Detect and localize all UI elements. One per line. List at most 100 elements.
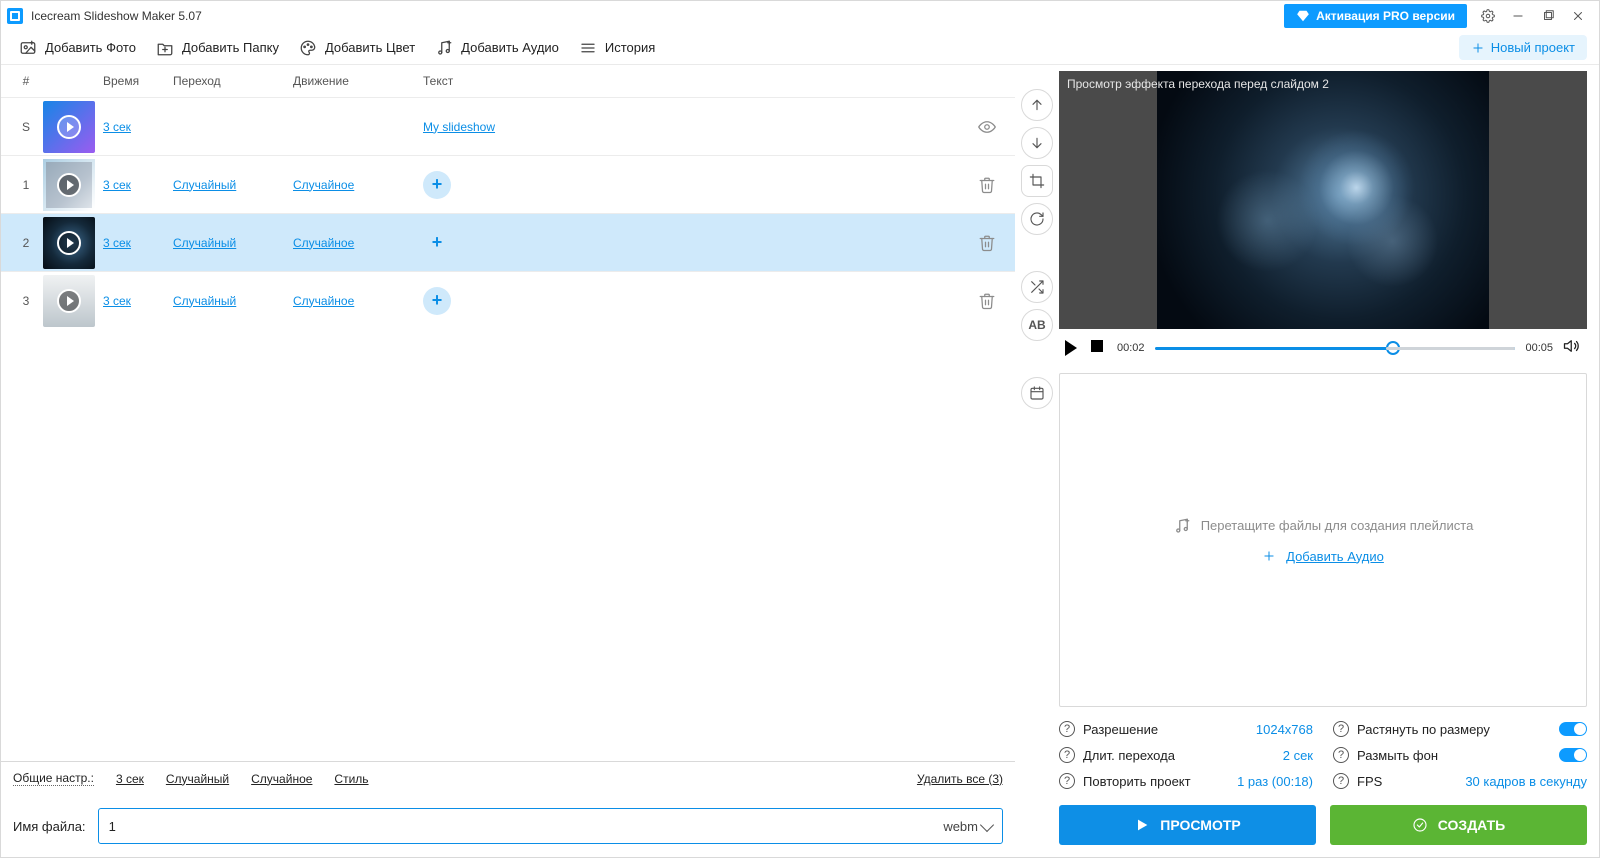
table-row[interactable]: S 3 сек My slideshow [1,97,1015,155]
table-row[interactable]: 1 3 сек Случайный Случайное + [1,155,1015,213]
app-title: Icecream Slideshow Maker 5.07 [31,9,202,23]
general-time-link[interactable]: 3 сек [116,772,144,786]
transition-link[interactable]: Случайный [173,236,236,250]
delete-button[interactable] [967,176,1007,194]
audio-drop-area[interactable]: Перетащите файлы для создания плейлиста … [1059,373,1587,707]
plus-icon [1471,41,1485,55]
delete-button[interactable] [967,292,1007,310]
setting-value[interactable]: 2 сек [1283,748,1313,763]
setting-value[interactable]: 30 кадров в секунду [1465,774,1587,789]
add-text-button[interactable]: + [423,171,451,199]
minimize-button[interactable] [1503,1,1533,31]
move-down-button[interactable] [1021,127,1053,159]
duration-link[interactable]: 3 сек [103,236,131,250]
add-folder-label: Добавить Папку [182,40,279,55]
setting-value[interactable]: 1 раз (00:18) [1237,774,1313,789]
table-row[interactable]: 3 3 сек Случайный Случайное + [1,271,1015,329]
pro-activation-button[interactable]: Активация PRO версии [1284,4,1467,28]
motion-link[interactable]: Случайное [293,236,354,250]
move-up-button[interactable] [1021,89,1053,121]
blur-toggle[interactable] [1559,748,1587,762]
close-icon [1571,9,1585,23]
toolbar: Добавить Фото Добавить Папку Добавить Цв… [1,31,1599,65]
general-transition-link[interactable]: Случайный [166,772,229,786]
general-style-link[interactable]: Стиль [334,772,368,786]
setting-label: Растянуть по размеру [1357,722,1490,737]
play-triangle-icon [1134,817,1150,833]
add-audio-button[interactable]: Добавить Аудио [425,35,569,61]
rotate-button[interactable] [1021,203,1053,235]
list-icon [579,39,597,57]
format-value: webm [943,819,978,834]
add-color-label: Добавить Цвет [325,40,415,55]
text-link[interactable]: My slideshow [423,120,495,134]
settings-button[interactable] [1473,1,1503,31]
duration-link[interactable]: 3 сек [103,178,131,192]
setting-blur-bg: ?Размыть фон [1333,747,1587,763]
help-icon[interactable]: ? [1059,721,1075,737]
setting-label: Длит. перехода [1083,748,1175,763]
slide-thumb[interactable] [43,275,95,327]
help-icon[interactable]: ? [1333,721,1349,737]
table-header: # Время Переход Движение Текст [1,65,1015,97]
filename-value: 1 [109,819,944,834]
motion-link[interactable]: Случайное [293,178,354,192]
slide-thumb[interactable] [43,101,95,153]
add-photo-button[interactable]: Добавить Фото [9,35,146,61]
shuffle-button[interactable] [1021,271,1053,303]
seek-handle[interactable] [1386,341,1400,355]
transition-link[interactable]: Случайный [173,178,236,192]
add-text-button[interactable]: + [423,287,451,315]
maximize-button[interactable] [1533,1,1563,31]
volume-button[interactable] [1563,337,1581,360]
help-icon[interactable]: ? [1059,773,1075,789]
help-icon[interactable]: ? [1059,747,1075,763]
transition-link[interactable]: Случайный [173,294,236,308]
new-project-button[interactable]: Новый проект [1459,35,1587,60]
slide-thumb[interactable] [43,217,95,269]
history-button[interactable]: История [569,35,665,61]
delete-button[interactable] [967,234,1007,252]
duration-link[interactable]: 3 сек [103,294,131,308]
play-button[interactable] [1065,340,1081,356]
filename-input[interactable]: 1 webm [98,808,1003,844]
add-color-button[interactable]: Добавить Цвет [289,35,425,61]
preview-button[interactable]: ПРОСМОТР [1059,805,1316,845]
format-select[interactable]: webm [943,819,992,834]
add-folder-button[interactable]: Добавить Папку [146,35,289,61]
setting-value[interactable]: 1024x768 [1256,722,1313,737]
slide-actions-column: AB [1015,65,1059,857]
help-icon[interactable]: ? [1333,747,1349,763]
stretch-toggle[interactable] [1559,722,1587,736]
play-icon [57,173,81,197]
create-button[interactable]: СОЗДАТЬ [1330,805,1587,845]
general-settings-label[interactable]: Общие настр.: [13,771,94,786]
eye-icon [978,118,996,136]
add-text-button[interactable]: + [423,229,451,257]
setting-resolution: ?Разрешение 1024x768 [1059,721,1313,737]
stop-button[interactable] [1091,340,1107,356]
visibility-button[interactable] [967,118,1007,136]
text-style-button[interactable]: AB [1021,309,1053,341]
col-time: Время [103,74,173,88]
duration-link[interactable]: 3 сек [103,120,131,134]
help-icon[interactable]: ? [1333,773,1349,789]
delete-all-link[interactable]: Удалить все (3) [917,772,1003,786]
crop-button[interactable] [1021,165,1053,197]
table-row[interactable]: 2 3 сек Случайный Случайное + [1,213,1015,271]
motion-link[interactable]: Случайное [293,294,354,308]
calendar-icon [1029,385,1045,401]
col-index: # [9,74,43,88]
col-text: Текст [423,74,967,88]
add-audio-link[interactable]: Добавить Аудио [1286,549,1384,564]
general-motion-link[interactable]: Случайное [251,772,312,786]
photo-add-icon [19,39,37,57]
row-index: 3 [9,294,43,308]
seek-bar[interactable] [1155,347,1516,350]
crop-icon [1029,173,1045,189]
add-photo-label: Добавить Фото [45,40,136,55]
slide-thumb[interactable] [43,159,95,211]
close-button[interactable] [1563,1,1593,31]
calendar-button[interactable] [1021,377,1053,409]
player-bar: 00:02 00:05 [1059,333,1587,363]
